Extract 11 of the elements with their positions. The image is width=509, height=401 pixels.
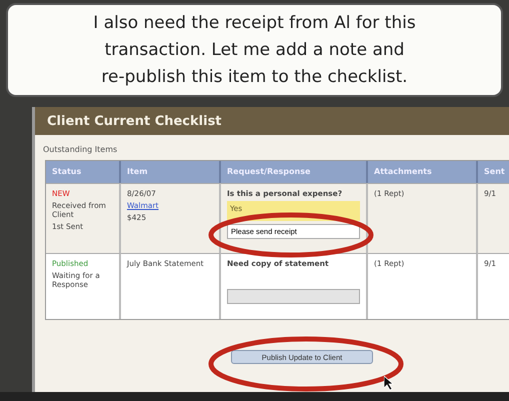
callout-text: I also need the receipt from Al for this [93,12,416,34]
cursor-icon [384,376,394,391]
column-header: Sent [478,161,509,183]
section-label: Outstanding Items [42,144,118,156]
column-header: Item [121,161,221,183]
column-header: Attachments [368,161,478,183]
callout-text: transaction. Let me add a note and [104,38,404,62]
callout-text: re-publish this item to the checklist. [101,66,408,88]
column-header: Request/Response [221,161,368,183]
panel-title: Client Current Checklist [35,107,509,135]
column-header: Status [46,161,121,183]
